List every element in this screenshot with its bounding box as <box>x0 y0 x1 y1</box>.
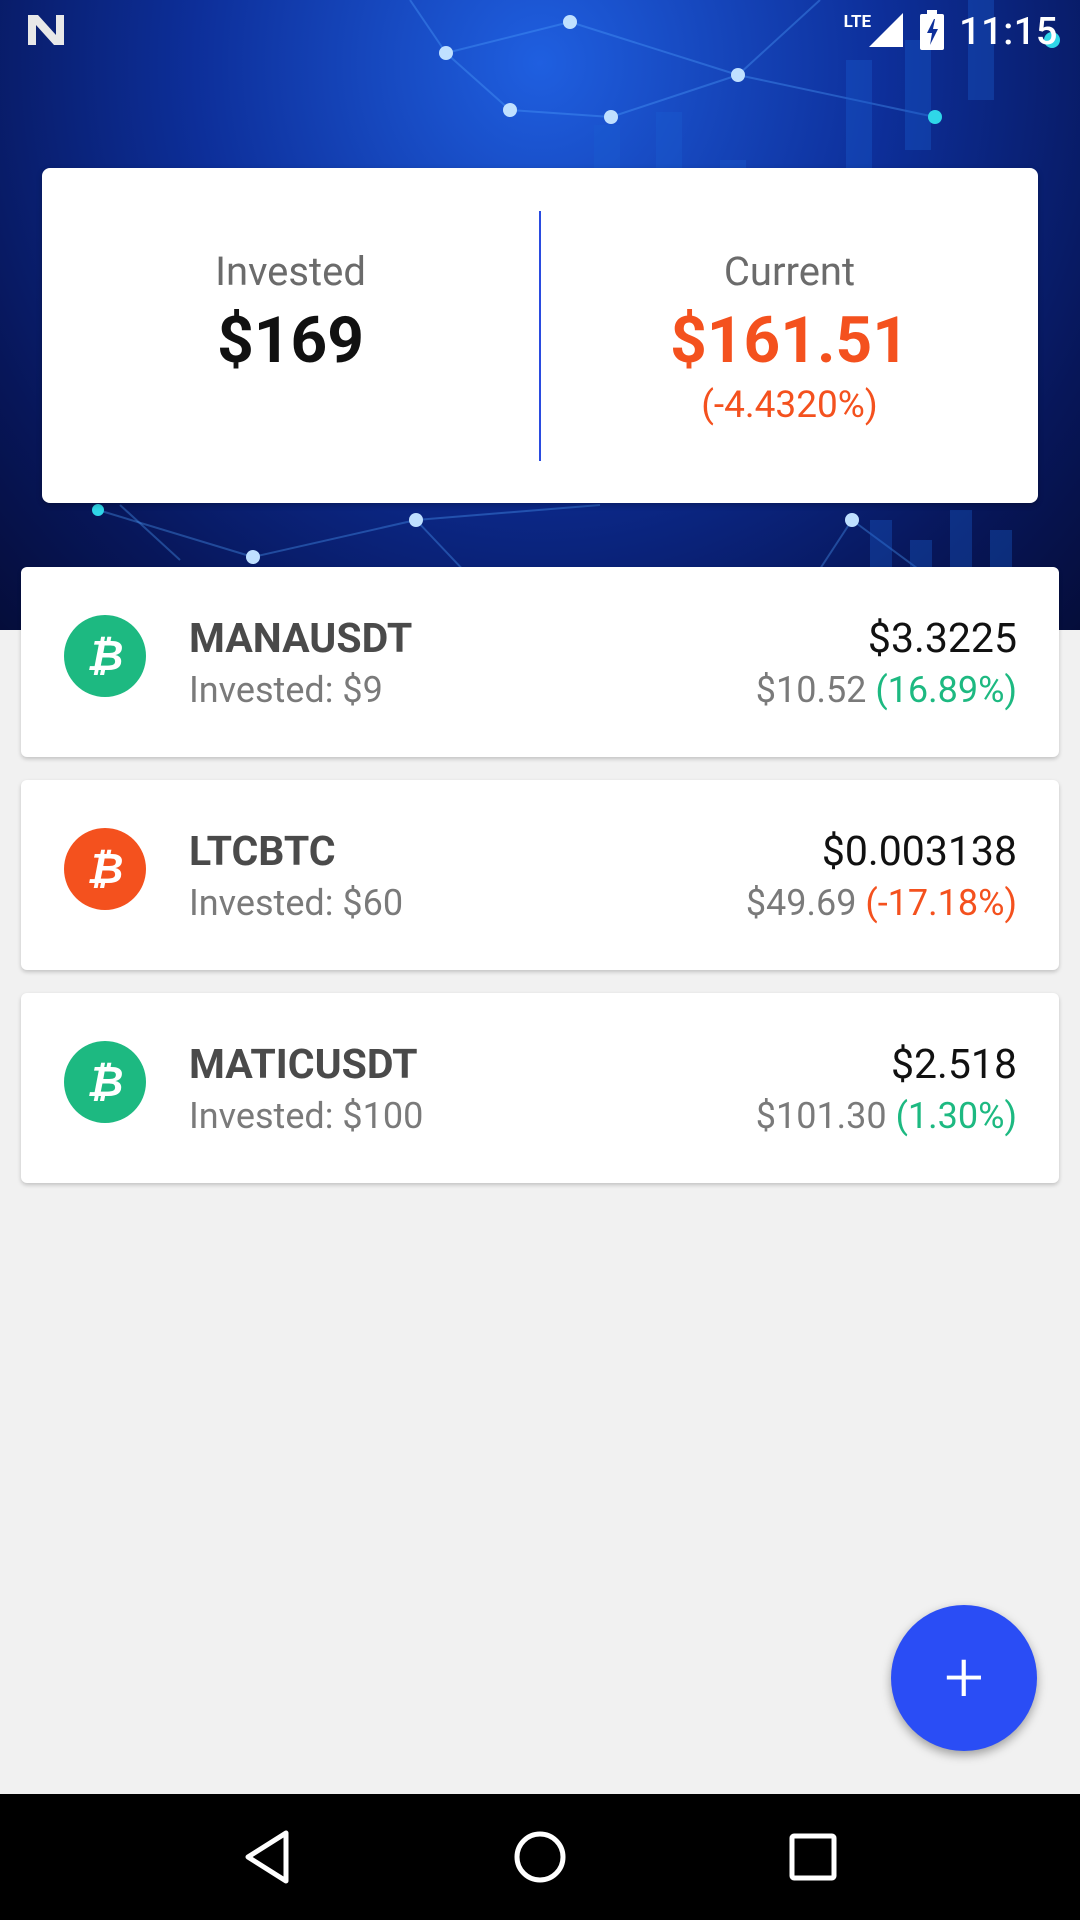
home-button[interactable] <box>495 1812 585 1902</box>
asset-value-line: $10.52 (16.89%) <box>756 669 1017 711</box>
asset-invested: Invested: $100 <box>189 1095 424 1137</box>
invested-section: Invested $169 <box>42 168 539 503</box>
bitcoin-icon: ₿ <box>64 615 146 697</box>
notification-n-icon <box>26 13 66 51</box>
invested-label: Invested <box>215 248 366 295</box>
status-time: 11:15 <box>959 9 1058 54</box>
asset-price: $2.518 <box>890 1041 1017 1089</box>
current-change: (-4.4320%) <box>701 384 878 427</box>
navigation-bar <box>0 1794 1080 1920</box>
asset-change: (16.89%) <box>875 669 1017 711</box>
asset-invested: Invested: $9 <box>189 669 383 711</box>
asset-value: $10.52 <box>755 669 867 711</box>
current-section: Current $161.51 (-4.4320%) <box>541 168 1038 503</box>
current-label: Current <box>723 248 856 295</box>
asset-name: LTCBTC <box>189 828 336 876</box>
back-button[interactable] <box>222 1812 312 1902</box>
battery-charging-icon <box>919 9 945 54</box>
home-icon <box>514 1831 566 1883</box>
svg-text:₿: ₿ <box>87 846 124 892</box>
recents-button[interactable] <box>768 1812 858 1902</box>
asset-card-ltcbtc[interactable]: ₿ LTCBTC Invested: $60 $0.003138 $49.69 … <box>21 780 1059 970</box>
asset-value-line: $101.30 (1.30%) <box>756 1095 1017 1137</box>
bitcoin-icon: ₿ <box>64 828 146 910</box>
asset-price: $3.3225 <box>867 615 1017 663</box>
asset-change: (-17.18%) <box>865 882 1017 924</box>
network-type-label: LTE <box>843 11 872 32</box>
recents-icon <box>789 1833 837 1881</box>
asset-value: $101.30 <box>755 1095 887 1137</box>
plus-icon: + <box>944 1637 984 1719</box>
asset-name: MANAUSDT <box>189 615 413 663</box>
asset-name: MATICUSDT <box>189 1041 418 1089</box>
asset-card-maticusdt[interactable]: ₿ MATICUSDT Invested: $100 $2.518 $101.3… <box>21 993 1059 1183</box>
signal-icon <box>867 11 905 53</box>
asset-card-manausdt[interactable]: ₿ MANAUSDT Invested: $9 $3.3225 $10.52 (… <box>21 567 1059 757</box>
asset-invested: Invested: $60 <box>189 882 404 924</box>
portfolio-summary-card: Invested $169 Current $161.51 (-4.4320%) <box>42 168 1038 503</box>
svg-text:₿: ₿ <box>87 633 124 679</box>
back-icon <box>245 1830 289 1884</box>
asset-value-line: $49.69 (-17.18%) <box>746 882 1017 924</box>
svg-text:₿: ₿ <box>87 1059 124 1105</box>
asset-value: $49.69 <box>745 882 857 924</box>
invested-value: $169 <box>217 303 364 378</box>
current-value: $161.51 <box>670 303 909 378</box>
add-asset-button[interactable]: + <box>891 1605 1037 1751</box>
asset-change: (1.30%) <box>895 1095 1017 1137</box>
asset-price: $0.003138 <box>821 828 1017 876</box>
bitcoin-icon: ₿ <box>64 1041 146 1123</box>
status-bar: LTE 11:15 <box>0 0 1080 63</box>
